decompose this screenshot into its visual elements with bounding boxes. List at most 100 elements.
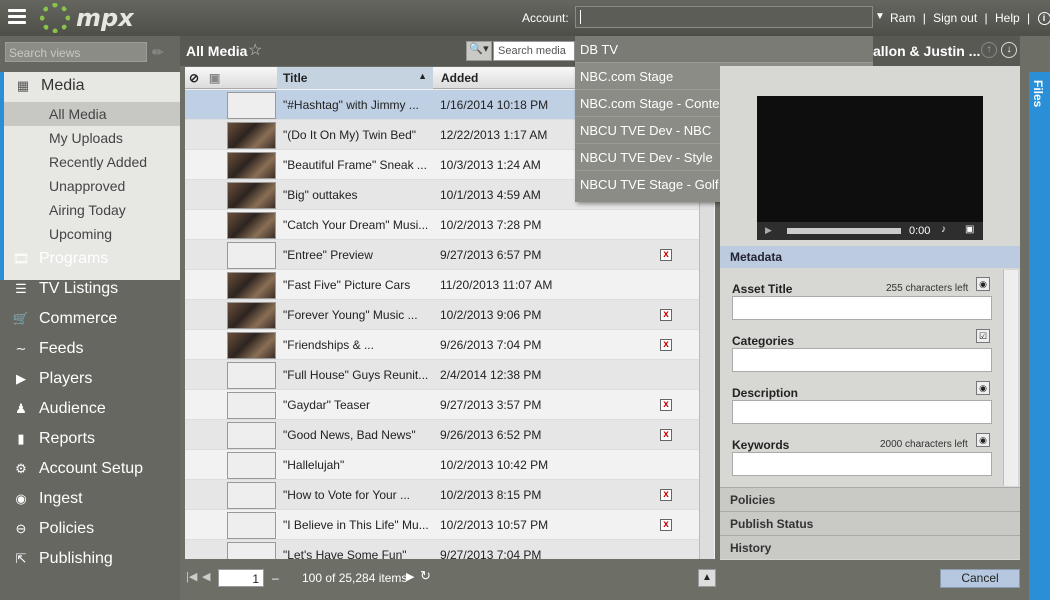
table-row[interactable]: "I Believe in This Life" Mu... 10/2/2013 … — [185, 510, 699, 540]
row-title: "Good News, Bad News" — [283, 428, 416, 442]
next-page-icon[interactable]: ▶ — [406, 570, 414, 583]
search-views-input[interactable]: Search views — [5, 42, 147, 62]
nav-account-setup[interactable]: ⚙ Account Setup — [12, 460, 143, 478]
top-bar: mpx Account: ▼ Ram | Sign out | Help | i — [0, 0, 1050, 36]
info-icon[interactable]: i — [1037, 12, 1050, 26]
sidebar-item-all-media[interactable]: All Media — [4, 102, 180, 126]
metadata-scrollbar[interactable] — [1003, 270, 1018, 486]
thumbnail — [227, 152, 276, 179]
unapproved-flag-icon[interactable]: x — [660, 249, 672, 261]
table-row[interactable]: "Forever Young" Music ... 10/2/2013 9:06 … — [185, 300, 699, 330]
table-row[interactable]: "Hallelujah" 10/2/2013 10:42 PM — [185, 450, 699, 480]
account-option[interactable]: DB TV — [575, 36, 873, 63]
page-number-input[interactable]: 1 — [218, 569, 264, 587]
unapproved-flag-icon[interactable]: x — [660, 429, 672, 441]
keywords-chars-left: 2000 characters left — [880, 439, 968, 450]
policies-section[interactable]: Policies — [720, 487, 1020, 511]
fullscreen-icon[interactable]: ▣ — [965, 224, 974, 235]
expand-up-button[interactable]: ▲ — [698, 569, 716, 587]
refresh-icon[interactable]: ↻ — [420, 568, 431, 584]
pin-icon[interactable]: ✏ — [152, 44, 164, 61]
table-row[interactable]: "Let's Have Some Fun" 9/27/2013 7:04 PM — [185, 540, 699, 559]
star-icon[interactable]: ☆ — [248, 40, 262, 60]
globe-icon[interactable]: ◉ — [976, 381, 990, 395]
nav-ingest[interactable]: ◉ Ingest — [12, 490, 83, 508]
prev-page-icon[interactable]: ◀ — [202, 570, 210, 583]
video-progress-bar[interactable] — [787, 228, 901, 234]
keywords-field[interactable] — [732, 452, 992, 476]
nav-label: Ingest — [39, 490, 83, 507]
description-field[interactable] — [732, 400, 992, 424]
row-title: "Beautiful Frame" Sneak ... — [283, 158, 427, 172]
search-options-button[interactable]: 🔍▾ — [466, 41, 492, 61]
nav-media[interactable]: ▦ Media — [14, 77, 85, 95]
cancel-button[interactable]: Cancel — [940, 569, 1020, 588]
nav-publishing[interactable]: ⇱ Publishing — [12, 550, 113, 568]
user-name-link[interactable]: Ram — [890, 11, 915, 25]
nav-policies[interactable]: ⊖ Policies — [12, 520, 95, 538]
unapproved-flag-icon[interactable]: x — [660, 519, 672, 531]
globe-icon[interactable]: ◉ — [976, 277, 990, 291]
account-input[interactable] — [575, 6, 873, 28]
thumbnail — [227, 122, 276, 149]
search-media-input[interactable]: Search media — [493, 41, 575, 61]
first-page-icon[interactable]: |◀ — [186, 570, 197, 583]
unapproved-flag-icon[interactable]: x — [660, 339, 672, 351]
metadata-section-header[interactable]: Metadata — [720, 246, 1020, 268]
nav-programs[interactable]: 🎞 Programs — [12, 250, 109, 268]
account-label: Account: — [522, 11, 569, 25]
video-player[interactable] — [757, 96, 983, 240]
next-item-icon[interactable]: ↓ — [1001, 42, 1017, 58]
lock-icon[interactable]: ▣ — [209, 71, 220, 85]
no-entry-icon[interactable]: ⊘ — [189, 71, 199, 85]
hamburger-menu-icon[interactable] — [8, 9, 26, 25]
nav-feeds[interactable]: ∼ Feeds — [12, 340, 84, 358]
detail-header: allon & Justin ... ↑ ↓ — [873, 36, 1020, 66]
unapproved-flag-icon[interactable]: x — [660, 309, 672, 321]
publish-status-section[interactable]: Publish Status — [720, 511, 1020, 535]
row-title: "I Believe in This Life" Mu... — [283, 518, 429, 532]
globe-icon[interactable]: ◉ — [976, 433, 990, 447]
table-row[interactable]: "Fast Five" Picture Cars 11/20/2013 11:07… — [185, 270, 699, 300]
table-row[interactable]: "Catch Your Dream" Musi... 10/2/2013 7:28… — [185, 210, 699, 240]
row-title: "Friendships & ... — [283, 338, 374, 352]
detail-title: allon & Justin ... — [873, 43, 981, 59]
nav-label: Policies — [39, 520, 95, 537]
sign-out-link[interactable]: Sign out — [933, 11, 977, 25]
nav-commerce[interactable]: 🛒 Commerce — [12, 310, 117, 328]
previous-item-icon[interactable]: ↑ — [981, 42, 997, 58]
checklist-icon[interactable]: ☑ — [976, 329, 990, 343]
thumbnail — [227, 182, 276, 209]
asset-title-field[interactable] — [732, 296, 992, 320]
added-column-header[interactable]: Added — [441, 71, 478, 85]
help-link[interactable]: Help — [995, 11, 1020, 25]
table-row[interactable]: "Good News, Bad News" 9/26/2013 6:52 PM x — [185, 420, 699, 450]
table-row[interactable]: "How to Vote for Your ... 10/2/2013 8:15 … — [185, 480, 699, 510]
table-row[interactable]: "Friendships & ... 9/26/2013 7:04 PM x — [185, 330, 699, 360]
title-column-header[interactable]: Title ▲ — [277, 67, 433, 89]
table-row[interactable]: "Full House" Guys Reunit... 2/4/2014 12:3… — [185, 360, 699, 390]
sidebar-item-airing-today[interactable]: Airing Today — [4, 198, 180, 222]
page-dash: – — [272, 571, 279, 585]
sidebar-item-upcoming[interactable]: Upcoming — [4, 222, 180, 246]
nav-tv-listings[interactable]: ☰ TV Listings — [12, 280, 118, 298]
nav-audience[interactable]: ♟ Audience — [12, 400, 106, 418]
nav-label: Publishing — [39, 550, 113, 567]
table-row[interactable]: "Entree" Preview 9/27/2013 6:57 PM x — [185, 240, 699, 270]
sidebar-item-recently-added[interactable]: Recently Added — [4, 150, 180, 174]
unapproved-flag-icon[interactable]: x — [660, 399, 672, 411]
volume-icon[interactable]: ♪ — [941, 224, 946, 235]
categories-field[interactable] — [732, 348, 992, 372]
chevron-down-icon[interactable]: ▼ — [875, 11, 885, 22]
play-icon[interactable]: ▶ — [765, 225, 772, 236]
history-section[interactable]: History — [720, 535, 1020, 559]
row-title: "Let's Have Some Fun" — [283, 548, 407, 559]
files-tab[interactable]: Files — [1029, 72, 1050, 600]
row-title: "Entree" Preview — [283, 248, 373, 262]
sidebar-item-unapproved[interactable]: Unapproved — [4, 174, 180, 198]
table-row[interactable]: "Gaydar" Teaser 9/27/2013 3:57 PM x — [185, 390, 699, 420]
sidebar-item-my-uploads[interactable]: My Uploads — [4, 126, 180, 150]
unapproved-flag-icon[interactable]: x — [660, 489, 672, 501]
nav-reports[interactable]: ▮ Reports — [12, 430, 95, 448]
nav-players[interactable]: ▶ Players — [12, 370, 92, 388]
